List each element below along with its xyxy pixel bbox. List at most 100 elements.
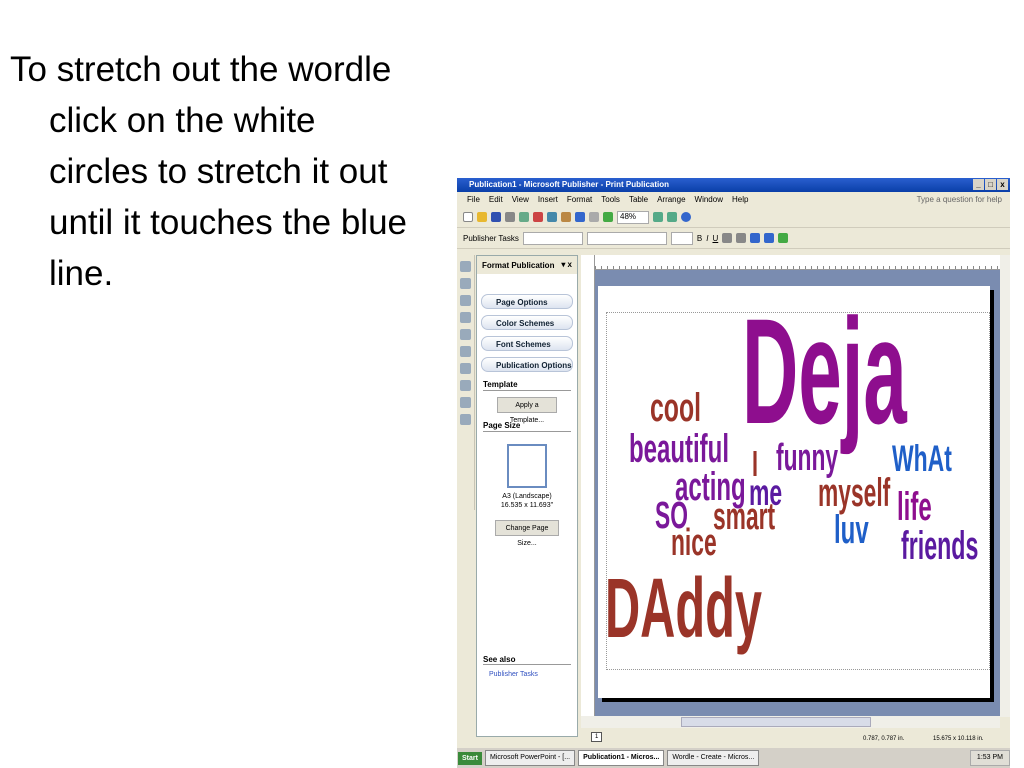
font-select[interactable]: [586, 231, 667, 245]
taskbar-publisher[interactable]: Publication1 - Micros...: [578, 750, 665, 766]
menu-insert[interactable]: Insert: [538, 195, 558, 207]
horizontal-scrollbar[interactable]: [581, 716, 1000, 728]
wordle-word: myself: [818, 471, 891, 515]
italic-button[interactable]: I: [706, 234, 708, 243]
paste-icon[interactable]: [561, 212, 571, 222]
horizontal-ruler[interactable]: [595, 255, 1000, 270]
taskbar: Start Microsoft PowerPoint - [... Public…: [457, 748, 1010, 768]
menu-window[interactable]: Window: [695, 195, 723, 207]
menu-file[interactable]: File: [467, 195, 480, 207]
underline-button[interactable]: U: [712, 234, 718, 243]
bold-button[interactable]: B: [697, 234, 702, 243]
window-title: Publication1 - Microsoft Publisher - Pri…: [469, 180, 670, 189]
color-schemes-section[interactable]: Color Schemes: [481, 315, 573, 330]
wordle-word: life: [897, 485, 932, 529]
rectangle-icon[interactable]: [460, 397, 471, 408]
redo-icon[interactable]: [589, 212, 599, 222]
template-label: Template: [483, 380, 571, 391]
menu-table[interactable]: Table: [629, 195, 648, 207]
task-pane-title: Format Publication: [482, 261, 555, 270]
minimize-button[interactable]: _: [973, 179, 984, 190]
font-schemes-section[interactable]: Font Schemes: [481, 336, 573, 351]
menu-format[interactable]: Format: [567, 195, 592, 207]
vertical-scrollbar[interactable]: [1000, 255, 1010, 717]
wordart-icon[interactable]: [460, 312, 471, 323]
wordle-word: DAddy: [605, 561, 762, 655]
instruction-line: circles to stretch it out: [49, 152, 388, 191]
align-icon[interactable]: [722, 233, 733, 243]
page-options-section[interactable]: Page Options: [481, 294, 573, 309]
close-button[interactable]: x: [997, 179, 1008, 190]
arrow-icon[interactable]: [460, 363, 471, 374]
text-box-icon[interactable]: [460, 278, 471, 289]
wordle-word: WhAt: [892, 438, 952, 479]
instruction-text: To stretch out the wordle click on the w…: [10, 44, 407, 299]
system-clock: 1:53 PM: [969, 750, 1010, 766]
select-tool-icon[interactable]: [460, 261, 471, 272]
title-bar: Publication1 - Microsoft Publisher - Pri…: [457, 178, 1010, 192]
objects-toolbar: [457, 255, 475, 510]
task-pane: Format Publication ▾ x Page Options Color…: [476, 255, 578, 737]
print-icon[interactable]: [505, 212, 515, 222]
cut-icon[interactable]: [533, 212, 543, 222]
publisher-tasks-button[interactable]: Publisher Tasks: [463, 234, 519, 243]
picture-icon[interactable]: [460, 329, 471, 340]
zoom-select[interactable]: 48%: [617, 210, 649, 224]
menu-bar: File Edit View Insert Format Tools Table Arrang…: [457, 192, 1010, 207]
menu-arrange[interactable]: Arrange: [657, 195, 685, 207]
help-search-input[interactable]: Type a question for help: [917, 195, 1002, 204]
taskbar-powerpoint[interactable]: Microsoft PowerPoint - [...: [484, 750, 576, 766]
oval-icon[interactable]: [460, 380, 471, 391]
line-icon[interactable]: [460, 346, 471, 357]
apply-template-button[interactable]: Apply a Template...: [497, 397, 557, 424]
menu-tools[interactable]: Tools: [601, 195, 620, 207]
wordle-word: nice: [671, 522, 717, 564]
instruction-line: until it touches the blue: [49, 203, 408, 242]
size-readout: 15.675 x 10.118 in.: [933, 736, 984, 742]
wordle-word: Deja: [742, 287, 907, 455]
help-icon[interactable]: [681, 212, 691, 222]
change-page-size-button[interactable]: Change Page Size...: [495, 520, 559, 547]
wordle-word: cool: [650, 386, 701, 430]
open-icon[interactable]: [477, 212, 487, 222]
formatting-toolbar: Publisher Tasks BIU: [457, 228, 1010, 249]
style-select[interactable]: [522, 231, 583, 245]
wordle-word: friends: [901, 524, 979, 568]
page-navigator[interactable]: 1: [591, 732, 603, 742]
spelling-icon[interactable]: [519, 212, 529, 222]
position-readout: 0.787, 0.787 in.: [863, 736, 905, 742]
instruction-line: To stretch out the wordle: [10, 50, 392, 89]
status-bar: 1 0.787, 0.787 in. 15.675 x 10.118 in.: [457, 728, 1010, 748]
autoshapes-icon[interactable]: [460, 414, 471, 425]
table-icon[interactable]: [460, 295, 471, 306]
fill-color-icon[interactable]: [750, 233, 761, 243]
instruction-line: line.: [49, 254, 114, 293]
copy-icon[interactable]: [547, 212, 557, 222]
standard-toolbar: 48%: [457, 207, 1010, 228]
page-size-name: A3 (Landscape): [502, 493, 552, 500]
menu-help[interactable]: Help: [732, 195, 748, 207]
menu-edit[interactable]: Edit: [489, 195, 503, 207]
wordle-word: beautiful: [629, 427, 730, 471]
bullets-icon[interactable]: [736, 233, 747, 243]
publication-options-section[interactable]: Publication Options: [481, 357, 573, 372]
insert-icon[interactable]: [603, 212, 613, 222]
wordle-word: smart: [713, 496, 776, 538]
new-icon[interactable]: [463, 212, 473, 222]
vertical-ruler[interactable]: [581, 255, 595, 717]
zoom-in-icon[interactable]: [667, 212, 677, 222]
font-size-select[interactable]: [670, 231, 693, 245]
save-icon[interactable]: [491, 212, 501, 222]
line-color-icon[interactable]: [764, 233, 775, 243]
close-pane-icon[interactable]: ▾ x: [561, 260, 572, 269]
menu-view[interactable]: View: [512, 195, 529, 207]
shadow-icon[interactable]: [778, 233, 789, 243]
maximize-button[interactable]: □: [985, 179, 996, 190]
page-size-thumbnail[interactable]: [507, 444, 547, 488]
zoom-out-icon[interactable]: [653, 212, 663, 222]
see-also-label: See also: [483, 655, 571, 665]
publisher-tasks-link[interactable]: Publisher Tasks: [489, 671, 538, 678]
start-button[interactable]: Start: [458, 751, 482, 765]
undo-icon[interactable]: [575, 212, 585, 222]
taskbar-wordle[interactable]: Wordle - Create - Micros...: [667, 750, 760, 766]
